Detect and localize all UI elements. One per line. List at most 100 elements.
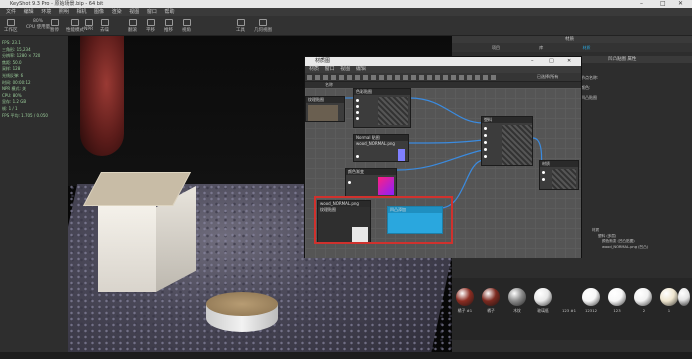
plastic-material-node[interactable]: 塑料	[481, 116, 533, 166]
tool-icon[interactable]	[315, 75, 320, 80]
normal-map-node[interactable]: Normal 贴图 wood_NORMAL.png	[353, 134, 409, 162]
tool-icon[interactable]	[475, 75, 480, 80]
material-swatch[interactable]	[508, 288, 526, 306]
menu-lighting[interactable]: 照明	[59, 9, 69, 15]
material-swatch[interactable]	[482, 288, 500, 306]
tumble-button[interactable]: 翻滚	[128, 19, 137, 33]
tool-icon[interactable]	[323, 75, 328, 80]
material-swatch[interactable]	[456, 288, 474, 306]
perspective-button[interactable]: 视角	[182, 19, 191, 33]
input-port[interactable]	[484, 134, 487, 137]
input-port[interactable]	[356, 99, 359, 102]
menu-material[interactable]: 材质	[309, 66, 319, 72]
tool-icon[interactable]	[339, 75, 344, 80]
cpu-usage-control[interactable]: 80% CPU 使用量	[26, 19, 50, 30]
tools-button[interactable]: 工具	[236, 19, 245, 33]
menu-bar: 文件 编辑 环境 照明 相机 图像 渲染 视图 窗口 帮助	[0, 8, 692, 16]
menu-render[interactable]: 渲染	[112, 9, 122, 15]
tool-icon[interactable]	[451, 75, 456, 80]
input-port[interactable]	[484, 127, 487, 130]
tool-icon[interactable]	[411, 75, 416, 80]
workspace-button[interactable]: 工作区	[4, 19, 18, 33]
red-vase-model[interactable]	[80, 36, 124, 156]
pan-button[interactable]: 平移	[146, 19, 155, 33]
close-icon[interactable]: ✕	[678, 0, 683, 8]
menu-environment[interactable]: 环境	[41, 9, 51, 15]
menu-view[interactable]: 视图	[340, 66, 350, 72]
menu-file[interactable]: 文件	[6, 9, 16, 15]
graph-tab[interactable]: 名称	[325, 82, 333, 87]
dolly-button[interactable]: 推移	[164, 19, 173, 33]
performance-mode-button[interactable]: 性能模式	[66, 19, 84, 33]
preview-toggle[interactable]: 已选择/所有	[537, 74, 558, 80]
menu-camera[interactable]: 相机	[76, 9, 86, 15]
input-port[interactable]	[356, 155, 359, 158]
maximize-icon[interactable]: □	[549, 57, 554, 66]
material-swatch[interactable]	[660, 288, 678, 306]
tool-icon[interactable]	[395, 75, 400, 80]
minimize-icon[interactable]: –	[640, 0, 643, 8]
input-port[interactable]	[356, 117, 359, 120]
swatch-label: 木纹	[513, 308, 521, 313]
texture-node[interactable]: 纹理贴图	[305, 96, 345, 122]
menu-window[interactable]: 窗口	[147, 9, 157, 15]
input-port[interactable]	[484, 148, 487, 151]
input-port[interactable]	[356, 111, 359, 114]
tool-icon[interactable]	[355, 75, 360, 80]
input-port[interactable]	[542, 178, 545, 181]
tool-icon[interactable]	[435, 75, 440, 80]
material-swatch[interactable]	[634, 288, 652, 306]
pause-button[interactable]: 暂停	[50, 19, 59, 33]
tool-icon[interactable]	[307, 75, 312, 80]
input-port[interactable]	[542, 171, 545, 174]
tool-icon[interactable]	[427, 75, 432, 80]
tab-library[interactable]: 库	[539, 45, 543, 50]
maximize-icon[interactable]: □	[660, 0, 666, 8]
gradient-node[interactable]: 颜色渐变	[345, 168, 397, 198]
tool-icon[interactable]	[347, 75, 352, 80]
menu-view[interactable]: 视图	[129, 9, 139, 15]
menu-window[interactable]: 窗口	[325, 66, 335, 72]
material-output-node[interactable]: 材质	[539, 160, 579, 190]
input-port[interactable]	[484, 141, 487, 144]
material-swatch[interactable]	[534, 288, 552, 306]
tool-icon[interactable]	[491, 75, 496, 80]
pan-icon	[146, 19, 155, 26]
tool-icon[interactable]	[419, 75, 424, 80]
input-port[interactable]	[348, 181, 351, 184]
tool-icon[interactable]	[403, 75, 408, 80]
swatch-label: 123	[613, 308, 621, 313]
menu-edit[interactable]: 编辑	[356, 66, 366, 72]
input-port[interactable]	[484, 155, 487, 158]
tool-icon[interactable]	[363, 75, 368, 80]
menu-help[interactable]: 帮助	[164, 9, 174, 15]
tool-icon[interactable]	[459, 75, 464, 80]
tool-icon[interactable]	[467, 75, 472, 80]
tool-icon[interactable]	[443, 75, 448, 80]
close-icon[interactable]: ✕	[567, 57, 571, 66]
geometry-view-button[interactable]: 几何视图	[254, 19, 272, 33]
material-swatch[interactable]	[678, 288, 690, 306]
tool-icon[interactable]	[371, 75, 376, 80]
input-port[interactable]	[356, 105, 359, 108]
color-map-node[interactable]: 色彩贴图	[353, 88, 411, 128]
menu-image[interactable]: 图像	[94, 9, 104, 15]
tab-material[interactable]: 材质	[583, 45, 591, 50]
tool-icon[interactable]	[379, 75, 384, 80]
minimize-icon[interactable]: –	[531, 57, 534, 66]
menu-edit[interactable]: 编辑	[24, 9, 34, 15]
denoise-button[interactable]: 去噪	[100, 19, 109, 33]
tool-icon[interactable]	[387, 75, 392, 80]
tool-icon[interactable]	[331, 75, 336, 80]
material-swatch[interactable]	[582, 288, 600, 306]
material-swatch[interactable]	[608, 288, 626, 306]
tree-item[interactable]: wood_NORMAL.png (凹凸)	[592, 245, 688, 251]
tab-project[interactable]: 项目	[492, 45, 500, 50]
npr-button[interactable]: NPR	[84, 19, 93, 32]
stone-cube-top[interactable]	[82, 172, 192, 206]
cylinder-top[interactable]	[206, 292, 278, 316]
stone-cube-front[interactable]	[98, 206, 156, 292]
material-graph-menu: 材质 窗口 视图 编辑	[305, 66, 581, 73]
tool-icon[interactable]	[483, 75, 488, 80]
swatch-label: 玻璃瓶	[537, 308, 549, 313]
